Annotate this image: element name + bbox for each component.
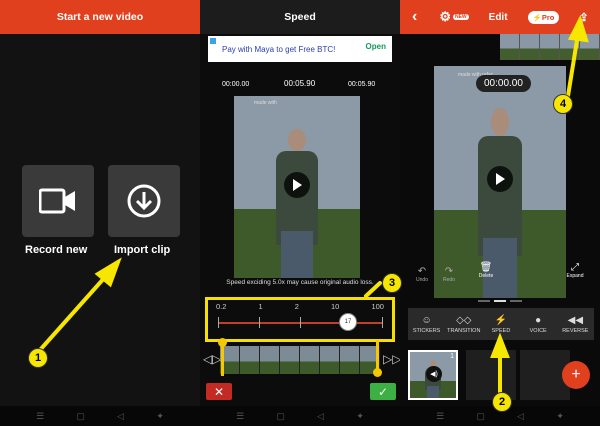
annotation-arrows: [38, 14, 589, 394]
callout-3: 3: [382, 273, 402, 293]
callout-4: 4: [553, 94, 573, 114]
callout-1: 1: [28, 348, 48, 368]
tutorial-screenshot: Start a new video Record new Import clip…: [0, 0, 600, 426]
callout-2: 2: [492, 392, 512, 412]
